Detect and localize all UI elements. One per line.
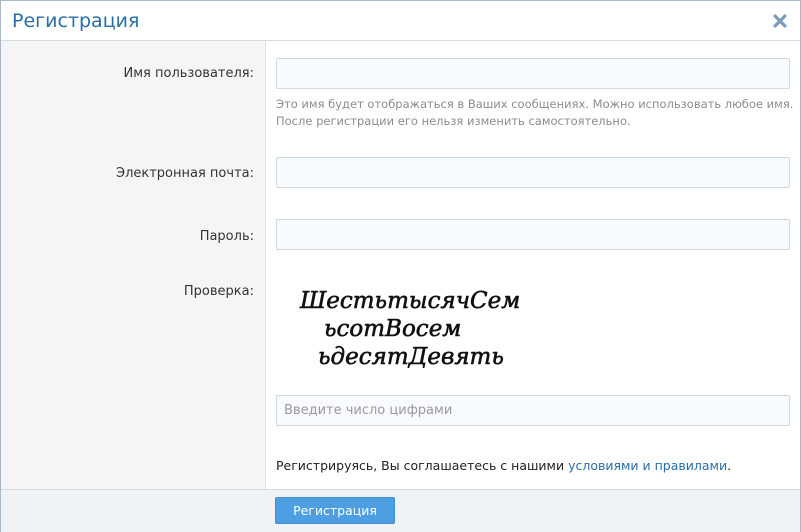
captcha-line-3: ьдесятДевять [318, 344, 504, 370]
title-bar: Регистрация [1, 1, 800, 41]
register-button[interactable]: Регистрация [275, 497, 395, 524]
email-label: Электронная почта: [116, 166, 254, 181]
username-input[interactable] [276, 58, 790, 89]
username-hint-line-2: После регистрации его нельзя изменить са… [276, 114, 631, 128]
close-icon[interactable] [772, 13, 788, 29]
agreement-prefix: Регистрируясь, Вы соглашаетесь с нашими [276, 458, 569, 473]
captcha-line-2: ьсотВосем [324, 316, 461, 342]
password-label: Пароль: [199, 229, 254, 244]
agreement-suffix: . [727, 458, 732, 473]
username-hint-line-1: Это имя будет отображаться в Ваших сообщ… [276, 97, 794, 111]
terms-link[interactable]: условиями и правилами [568, 458, 727, 473]
username-label: Имя пользователя: [123, 66, 254, 81]
username-hint: Это имя будет отображаться в Ваших сообщ… [276, 96, 796, 130]
dialog-footer: Регистрация [1, 489, 800, 532]
dialog-body: Имя пользователя: Это имя будет отобража… [1, 41, 800, 489]
agreement-text: Регистрируясь, Вы соглашаетесь с нашими … [276, 458, 731, 473]
captcha-line-1: ШестьтысячСем [299, 288, 520, 314]
registration-dialog: Регистрация Имя пользователя: Это имя бу… [0, 0, 801, 532]
email-input[interactable] [276, 157, 790, 188]
dialog-title: Регистрация [12, 10, 140, 32]
label-column [1, 41, 266, 489]
captcha-image: ШестьтысячСем ьсотВосем ьдесятДевять [299, 288, 521, 371]
captcha-input[interactable] [276, 395, 790, 426]
captcha-label: Проверка: [183, 284, 254, 299]
password-input[interactable] [276, 219, 790, 250]
